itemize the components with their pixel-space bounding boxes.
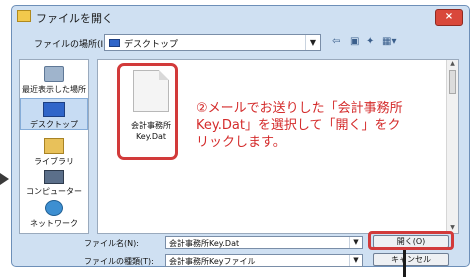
recent-places-icon: [44, 66, 64, 82]
look-in-label: ファイルの場所(I):: [34, 40, 110, 50]
new-folder-icon[interactable]: ✦: [366, 36, 374, 47]
filename-value: 会計事務所Key.Dat: [169, 239, 240, 248]
network-icon: [45, 200, 63, 216]
chevron-down-icon[interactable]: ▼: [349, 255, 362, 266]
folder-icon: [17, 10, 31, 22]
scroll-thumb[interactable]: [449, 70, 456, 94]
title-bar: ファイルを開く ×: [12, 6, 469, 28]
library-icon: [44, 138, 64, 154]
file-list-area[interactable]: 会計事務所 Key.Dat ②メールでお送りした「会計事務所Key.Dat」を選…: [97, 59, 459, 234]
look-in-select[interactable]: デスクトップ ▼: [104, 34, 321, 51]
place-label: コンピューター: [26, 187, 82, 196]
filetype-label: ファイルの種類(T):: [84, 257, 154, 266]
instruction-text: ②メールでお送りした「会計事務所Key.Dat」を選択して「開く」をクリックしま…: [196, 101, 403, 150]
chevron-down-icon[interactable]: ▼: [305, 35, 320, 50]
places-sidebar: 最近表示した場所 デスクトップ ライブラリ コンピューター ネットワーク: [19, 59, 89, 234]
filename-field[interactable]: 会計事務所Key.Dat ▼: [165, 236, 363, 249]
view-menu-icon[interactable]: ▦▾: [382, 36, 396, 47]
open-file-dialog: ファイルを開く × ファイルの場所(I): デスクトップ ▼ ⇦ ▣ ✦ ▦▾ …: [11, 5, 470, 267]
place-computer[interactable]: コンピューター: [20, 170, 88, 197]
place-recent[interactable]: 最近表示した場所: [20, 66, 88, 95]
pointer-arrow-left: [0, 173, 9, 185]
dialog-title: ファイルを開く: [36, 12, 113, 25]
file-highlight-box: [117, 63, 178, 160]
place-desktop[interactable]: デスクトップ: [20, 98, 88, 130]
scroll-up-icon[interactable]: ▲: [447, 60, 458, 69]
vertical-scrollbar[interactable]: ▲ ▼: [446, 60, 458, 233]
cancel-button[interactable]: キャンセル: [373, 253, 449, 266]
place-network[interactable]: ネットワーク: [20, 200, 88, 229]
open-button-highlight: [368, 231, 454, 250]
desktop-icon: [43, 102, 65, 117]
filename-label: ファイル名(N):: [84, 239, 139, 248]
close-button[interactable]: ×: [435, 9, 463, 26]
look-in-row: ファイルの場所(I): デスクトップ ▼ ⇦ ▣ ✦ ▦▾: [12, 33, 469, 53]
up-folder-icon[interactable]: ▣: [350, 36, 359, 47]
chevron-down-icon[interactable]: ▼: [349, 237, 362, 248]
place-label: 最近表示した場所: [22, 85, 86, 94]
filetype-value: 会計事務所Keyファイル: [169, 257, 256, 266]
back-icon[interactable]: ⇦: [332, 36, 340, 47]
look-in-value: デスクトップ: [124, 40, 179, 50]
place-label: デスクトップ: [30, 120, 78, 129]
place-libraries[interactable]: ライブラリ: [20, 138, 88, 167]
filetype-select[interactable]: 会計事務所Keyファイル ▼: [165, 254, 363, 267]
computer-icon: [44, 170, 64, 184]
place-label: ネットワーク: [30, 219, 78, 228]
place-label: ライブラリ: [34, 157, 74, 166]
pointer-line: [403, 250, 406, 277]
desktop-icon: [109, 39, 120, 47]
